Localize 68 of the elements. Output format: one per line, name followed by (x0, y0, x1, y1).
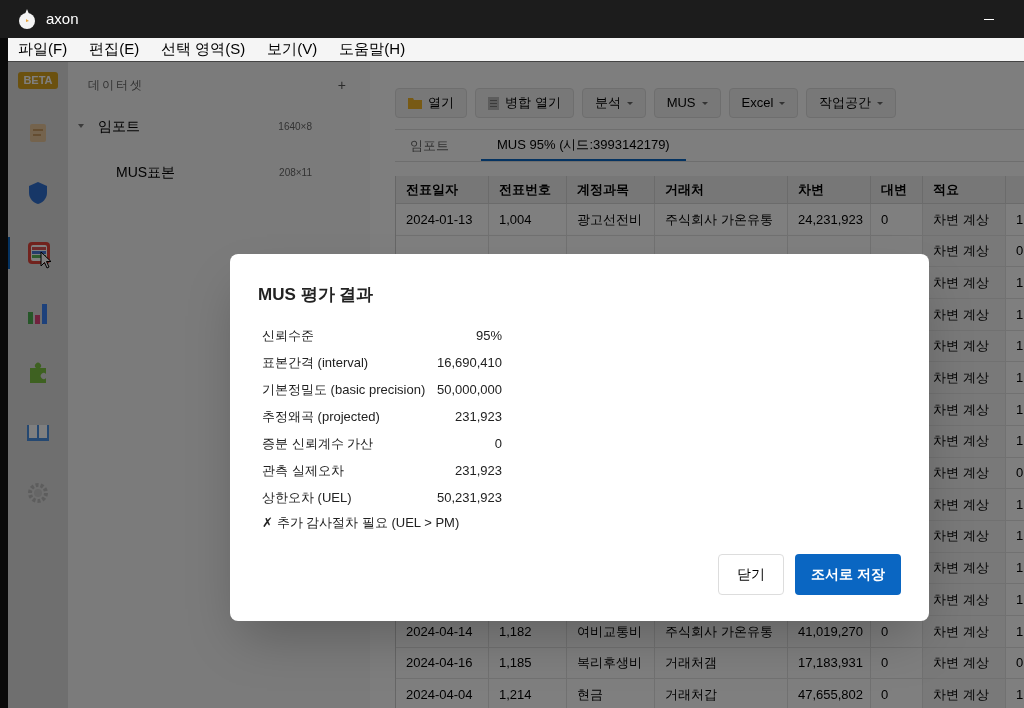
result-label: 추정왜곡 (projected) (262, 408, 380, 427)
toolbar-button[interactable]: 작업공간 (806, 88, 897, 118)
table-cell: 17,183,931 (788, 647, 871, 680)
table-cell: 2024-01-13 (396, 204, 489, 236)
table-cell: 차변 계상 (923, 615, 1006, 648)
result-value: 50,000,000 (436, 381, 502, 400)
expand-caret-icon[interactable] (78, 124, 84, 128)
dataset-size: 208×11 (279, 165, 312, 180)
result-label: 기본정밀도 (basic precision) (262, 381, 426, 400)
table-cell: 2024-04-16 (396, 647, 489, 680)
result-value: 50,231,923 (436, 489, 502, 508)
window-title: axon (46, 8, 79, 29)
tab[interactable]: 임포트 (408, 130, 451, 161)
result-value: 16,690,410 (436, 354, 502, 373)
toolbar-button[interactable]: Excel (728, 88, 799, 118)
dialog-title: MUS 평가 결과 (258, 284, 375, 306)
document-icon (488, 96, 499, 110)
table-cell: 차변 계상 (923, 235, 1006, 268)
result-label: 관측 실제오차 (262, 462, 344, 481)
table-cell: 거래처갬 (655, 647, 788, 680)
caret-icon (779, 101, 786, 105)
caret-icon (877, 101, 884, 105)
dataset-name: MUS표본 (116, 162, 176, 182)
tree-item[interactable]: MUS표본 208×11 (68, 160, 370, 184)
table-cell: 복리후생비 (567, 647, 655, 680)
result-label: 상한오차 (UEL) (262, 489, 352, 508)
menu-item[interactable]: 도움말(H) (339, 38, 406, 61)
menu-item[interactable]: 파일(F) (18, 38, 68, 61)
tab[interactable]: MUS 95% (시드:3993142179) (481, 130, 686, 161)
menu-item[interactable]: 선택 영역(S) (161, 38, 246, 61)
cursor-icon (40, 250, 52, 269)
result-label: 신뢰수준 (262, 327, 314, 346)
result-note: ✗ 추가 감사절차 필요 (UEL > PM) (262, 513, 461, 532)
toolbar-button[interactable]: 병합 열기 (475, 88, 574, 118)
table-cell: 차변 계상 (923, 647, 1006, 680)
bird-logo-icon (18, 9, 36, 29)
add-button[interactable]: + (337, 74, 346, 96)
caret-icon (626, 101, 633, 105)
result-value: 231,923 (455, 408, 502, 427)
minimize-icon[interactable] (984, 18, 994, 20)
beta-badge: BETA (18, 72, 58, 89)
panel-title: 데이터셋 (88, 77, 144, 94)
toolbar-button[interactable]: 열기 (395, 88, 467, 118)
table-cell: 0 (871, 647, 923, 680)
result-label: 증분 신뢰계수 가산 (262, 435, 374, 454)
table-cell: 1,185 (489, 647, 567, 680)
toolbar-button[interactable]: MUS (653, 88, 721, 118)
table-cell: 1,004 (489, 204, 567, 236)
table-cell: 24,231,923 (788, 204, 871, 236)
result-value: 0 (494, 435, 502, 454)
table-cell: 주식회사 가온유통 (655, 204, 788, 236)
result-value: 231,923 (455, 462, 502, 481)
dataset-name: 임포트 (98, 116, 140, 136)
save-button[interactable]: 조서로 저장 (795, 554, 901, 595)
table-cell: 차변 계상 (923, 679, 1006, 708)
result-label: 표본간격 (interval) (262, 354, 369, 373)
result-value: 95% (475, 327, 502, 346)
folder-icon (408, 97, 422, 109)
caret-icon (701, 101, 708, 105)
menu-item[interactable]: 보기(V) (267, 38, 318, 61)
dataset-size: 1640×8 (278, 119, 312, 134)
tree-item[interactable]: 임포트 1640×8 (68, 114, 370, 138)
table-cell: 차변 계상 (923, 204, 1006, 236)
toolbar-button[interactable]: 분석 (581, 88, 646, 118)
table-cell: 광고선전비 (567, 204, 655, 236)
menu-item[interactable]: 편집(E) (89, 38, 140, 61)
close-button[interactable]: 닫기 (718, 554, 784, 595)
table-cell: 0 (871, 204, 923, 236)
